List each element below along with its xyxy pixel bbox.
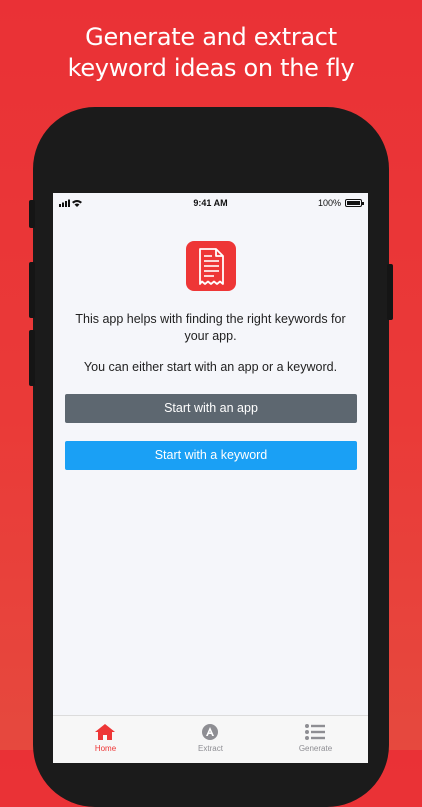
intro-subtext: You can either start with an app or a ke… [83,360,338,374]
intro-text: This app helps with finding the right ke… [75,312,346,343]
status-bar: 9:41 AM 100% [53,193,368,213]
headline-line-1: Generate and extract [85,23,337,51]
battery-icon [345,199,364,207]
battery-percent: 100% [317,198,341,208]
tab-home-label: Home [94,744,117,753]
tab-home[interactable]: Home [53,716,158,763]
phone-screen: 9:41 AM 100% This app helps with finding… [53,193,368,763]
start-with-app-button[interactable]: Start with an app [65,394,357,423]
tab-generate-label: Generate [298,744,333,753]
extract-icon [202,724,218,740]
tab-extract[interactable]: Extract [158,716,263,763]
start-with-keyword-button[interactable]: Start with a keyword [65,441,357,470]
phone-power-button [387,264,393,320]
promo-headline: Generate and extract keyword ideas on th… [0,22,422,84]
headline-line-2: keyword ideas on the fly [67,54,355,82]
tab-generate[interactable]: Generate [263,716,368,763]
phone-mute-switch [29,200,35,228]
tab-bar: Home Extract Generate [53,715,368,763]
phone-volume-down [29,330,35,386]
tab-extract-label: Extract [198,744,223,753]
list-icon [305,724,325,740]
home-icon [95,724,115,740]
app-logo-icon [186,241,236,291]
phone-volume-up [29,262,35,318]
